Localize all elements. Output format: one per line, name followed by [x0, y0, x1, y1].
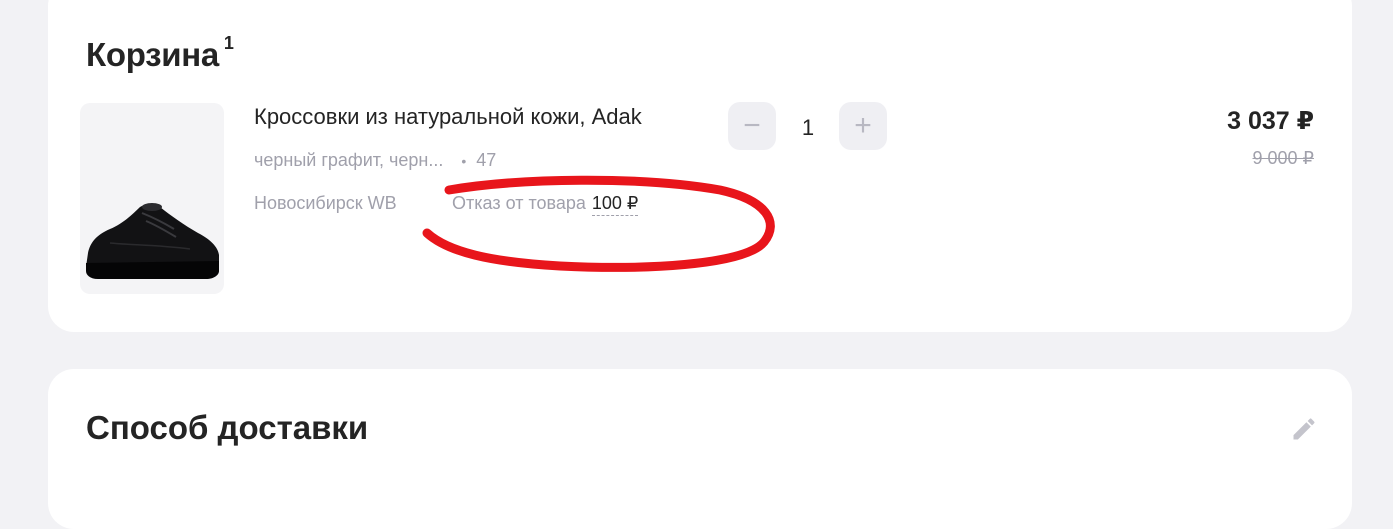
delivery-title: Способ доставки: [86, 409, 369, 446]
cart-title-text: Корзина: [86, 36, 219, 73]
refusal-fee: Отказ от товара 100 ₽: [452, 193, 639, 216]
product-size: 47: [476, 150, 497, 170]
refusal-price[interactable]: 100 ₽: [591, 193, 639, 216]
product-name[interactable]: Кроссовки из натуральной кожи, Adak: [254, 104, 642, 130]
minus-icon: −: [743, 109, 761, 142]
meta-separator-dot: •: [461, 152, 467, 169]
product-image[interactable]: [80, 103, 224, 294]
pencil-icon[interactable]: [1290, 415, 1318, 443]
product-warehouse: Новосибирск WB: [254, 193, 397, 213]
product-color: черный графит, черн...: [254, 150, 444, 170]
sneaker-image: [86, 203, 219, 279]
cart-title: Корзина 1: [86, 33, 234, 74]
quantity-increase-button[interactable]: +: [839, 102, 887, 150]
plus-icon: +: [854, 109, 872, 142]
product-old-price: 9 000 ₽: [1252, 148, 1315, 168]
delivery-card: Способ доставки: [48, 369, 1352, 529]
product-price: 3 037 ₽: [1227, 107, 1314, 135]
cart-count-badge: 1: [223, 33, 234, 53]
quantity-decrease-button[interactable]: −: [728, 102, 776, 150]
refusal-label: Отказ от товара: [452, 193, 586, 213]
product-meta: черный графит, черн... • 47: [254, 150, 496, 171]
quantity-value: 1: [801, 115, 815, 140]
cart-card: Корзина 1 Кроссовки из натуральной кожи, …: [48, 0, 1352, 332]
